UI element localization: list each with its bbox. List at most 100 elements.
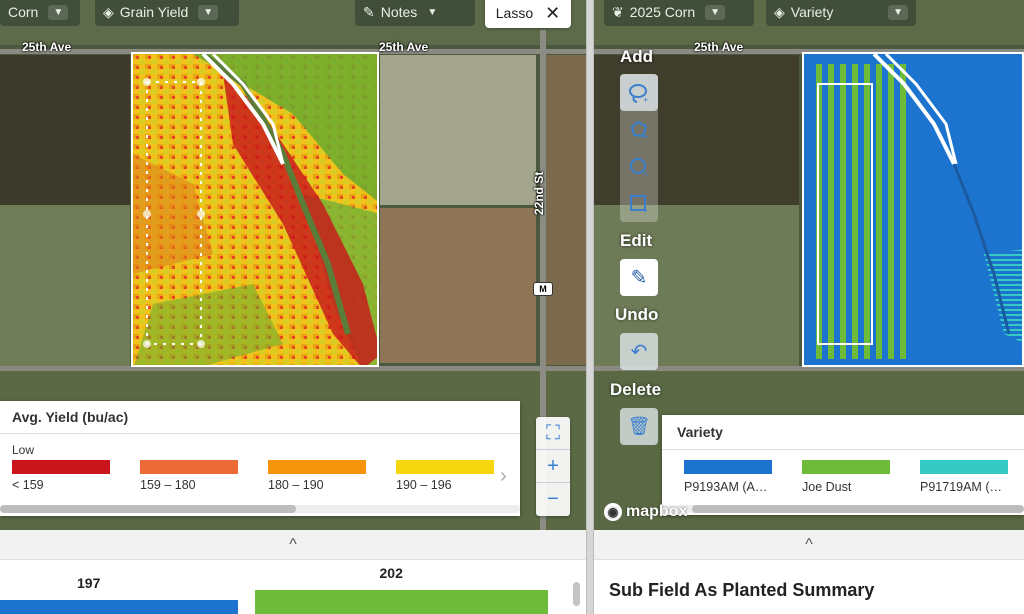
variety-map-pane[interactable]: 25th Ave ❦ 2025 Corn ▼ ◈ Variety ▼ Add +…	[594, 0, 1024, 530]
mapbox-wordmark: mapbox	[626, 503, 688, 520]
yield-heatmap-field[interactable]	[131, 52, 379, 367]
lasso-label: Lasso	[495, 5, 534, 21]
zoom-in-button[interactable]: +	[536, 450, 570, 483]
notes-dropdown[interactable]: ✎ Notes ▼	[355, 0, 475, 26]
layer-icon: ◈	[103, 3, 114, 20]
notes-label: Notes	[380, 4, 418, 20]
legend-next-arrow-icon[interactable]: ›	[500, 465, 507, 488]
undo-heading: Undo	[615, 305, 659, 324]
satellite-imagery	[380, 55, 536, 205]
lasso-add-button[interactable]: +	[620, 74, 658, 111]
layer-filter-label: Grain Yield	[119, 4, 189, 20]
circle-add-button[interactable]: +	[620, 148, 658, 185]
yield-legend-item: 190 – 196	[396, 460, 494, 492]
edit-heading: Edit	[620, 231, 653, 250]
variety-swatch	[802, 460, 890, 474]
yield-legend-low-label: Low	[12, 443, 35, 457]
undo-button[interactable]: ↶	[620, 333, 658, 370]
rectangle-add-button[interactable]: +	[620, 185, 658, 222]
summary-scrollbar[interactable]	[573, 582, 580, 606]
variety-layer-label: Variety	[790, 4, 834, 20]
yield-bar[interactable]	[255, 590, 548, 614]
variety-swatch	[920, 460, 1008, 474]
notes-icon: ✎	[363, 3, 375, 20]
yield-heatmap	[133, 54, 377, 365]
road-label-25th-ave: 25th Ave	[694, 40, 744, 54]
crop-filter-dropdown[interactable]: Corn ▼	[0, 0, 80, 26]
chevron-down-icon: ▼	[888, 4, 908, 20]
variety-field[interactable]	[802, 52, 1024, 367]
yield-swatch	[268, 460, 366, 474]
yield-legend-title: Avg. Yield (bu/ac)	[0, 401, 520, 434]
close-icon[interactable]: ✕	[545, 3, 560, 24]
pencil-icon: ✎	[630, 267, 648, 289]
caret-down-icon: ▼	[427, 6, 438, 18]
lasso-icon: +	[629, 83, 648, 104]
yield-legend: Avg. Yield (bu/ac) Low < 159 159 – 180 1…	[0, 401, 520, 516]
yield-swatch	[12, 460, 110, 474]
lasso-tool-chip[interactable]: Lasso ✕	[485, 0, 571, 28]
delete-button[interactable]: 🗑	[620, 408, 658, 445]
road-label-25th-ave: 25th Ave	[379, 40, 429, 54]
variety-swatch	[684, 460, 772, 474]
legend-scrollbar-thumb[interactable]	[692, 505, 1024, 513]
variety-map	[816, 54, 1022, 359]
variety-legend: Variety P9193AM (A… Joe Dust P91719AM (…	[662, 415, 1024, 515]
layer-filter-dropdown[interactable]: ◈ Grain Yield ▼	[95, 0, 239, 26]
pane-divider[interactable]	[586, 0, 594, 614]
yield-bar[interactable]	[0, 600, 238, 614]
add-tools-group: + + + +	[620, 74, 658, 222]
layer-icon: ◈	[774, 3, 785, 20]
circle-icon: +	[630, 157, 648, 178]
svg-text:+: +	[643, 206, 648, 215]
road-label-22nd-st: 22nd St	[532, 171, 546, 215]
zoom-out-button[interactable]: −	[536, 483, 570, 516]
edit-button[interactable]: ✎	[620, 259, 658, 296]
polygon-icon: +	[630, 120, 648, 141]
satellite-imagery	[0, 205, 130, 370]
satellite-imagery	[380, 208, 536, 363]
yield-legend-item: 180 – 190	[268, 460, 366, 492]
fit-bounds-button[interactable]: ⛶	[536, 417, 570, 450]
variety-legend-title: Variety	[662, 415, 1024, 450]
trash-icon: 🗑	[627, 416, 651, 436]
season-filter-label: 2025 Corn	[629, 4, 696, 20]
yield-map-pane[interactable]: 25th Ave 25th Ave 22nd St M Corn ▼ ◈ Gra…	[0, 0, 586, 530]
variety-legend-item: Joe Dust	[802, 460, 890, 494]
variety-legend-label: Joe Dust	[802, 480, 852, 494]
mapbox-attribution[interactable]: ◉ mapbox	[604, 503, 687, 521]
route-marker: M	[533, 282, 553, 296]
satellite-imagery	[0, 55, 130, 205]
chevron-down-icon: ▼	[48, 4, 69, 20]
mapbox-logo-icon: ◉	[604, 503, 622, 521]
yield-legend-label: 190 – 196	[396, 478, 452, 492]
undo-icon: ↶	[630, 341, 648, 363]
yield-legend-item: < 159	[12, 460, 110, 492]
yield-legend-label: < 159	[12, 478, 44, 492]
variety-legend-label: P91719AM (…	[920, 480, 1002, 494]
svg-text:+: +	[643, 169, 648, 178]
leaf-icon: ❦	[612, 3, 624, 20]
delete-heading: Delete	[610, 380, 662, 399]
svg-text:+: +	[643, 95, 648, 104]
legend-scrollbar-thumb[interactable]	[0, 505, 296, 513]
zoom-controls: ⛶ + −	[536, 417, 570, 516]
yield-legend-item: 159 – 180	[140, 460, 238, 492]
yield-legend-label: 180 – 190	[268, 478, 324, 492]
rectangle-icon: +	[630, 194, 648, 215]
bar-value-label: 202	[379, 565, 403, 581]
yield-swatch	[140, 460, 238, 474]
planted-panel-collapse-toggle[interactable]: ^	[594, 530, 1024, 560]
crop-filter-label: Corn	[8, 4, 39, 20]
yield-swatch	[396, 460, 494, 474]
satellite-imagery	[546, 55, 586, 365]
sub-field-summary-title: Sub Field As Planted Summary	[609, 580, 875, 600]
svg-text:+: +	[643, 132, 648, 141]
chevron-down-icon: ▼	[705, 4, 726, 20]
chevron-up-icon: ^	[805, 535, 813, 553]
yield-panel-collapse-toggle[interactable]: ^	[0, 530, 586, 560]
yield-legend-label: 159 – 180	[140, 478, 196, 492]
variety-layer-dropdown[interactable]: ◈ Variety ▼	[766, 0, 916, 26]
polygon-add-button[interactable]: +	[620, 111, 658, 148]
season-filter-dropdown[interactable]: ❦ 2025 Corn ▼	[604, 0, 754, 26]
